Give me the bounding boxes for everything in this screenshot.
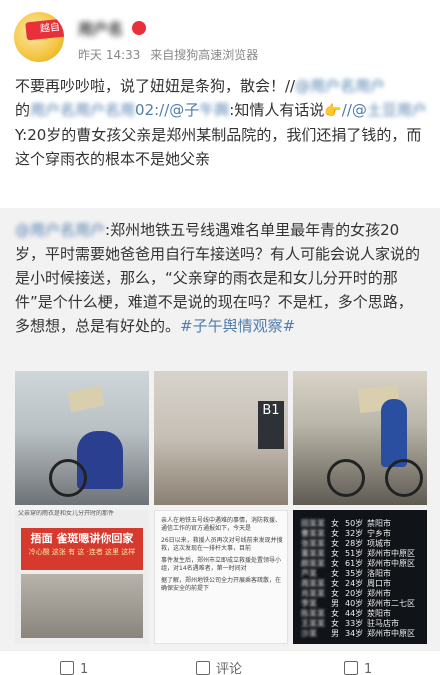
vip-icon [132,21,146,35]
photo-news-poster[interactable]: 父亲穿的雨衣是和女儿分开时的那件 捂面 雀斑嗯讲你回家 冷心酸 这张 有 这 ·… [15,510,149,644]
subway-sign: B1 [258,401,284,449]
post-meta: 昨天 14:33 来自搜狗高速浏览器 [78,46,264,63]
mention-link[interactable]: 土豆用户 [367,101,427,119]
repost-icon [60,661,74,675]
quoted-post[interactable]: @用户名用户:郑州地铁五号线遇难名单里最年青的女孩20岁，平时需要她爸爸用自行车… [0,208,440,650]
photo-rider-street[interactable] [15,371,149,505]
photo-subway-entrance[interactable]: B1 [154,371,288,505]
article-text: 亲人在地铁五号线中遇难的事情，消防救援、通信工作的官方通报如下，今天是 26日以… [161,517,283,597]
post-source[interactable]: 来自搜狗高速浏览器 [150,48,258,62]
article-paragraph: 亲人在地铁五号线中遇难的事情，消防救援、通信工作的官方通报如下，今天是 [161,517,282,532]
victim-row: 沙某 男 34岁 郑州市中原区 [301,628,421,640]
article-paragraph: 据了解，郑州地铁公司全力开展乘客疏散，在确保安全的前提下 [161,577,282,592]
mention-link[interactable]: //@子 [159,101,199,119]
poster-header: 父亲穿的雨衣是和女儿分开时的那件 [18,510,115,517]
avatar[interactable]: 越自 [14,12,64,62]
post-content: 不要再吵吵啦，说了妞妞是条狗，散会！//@用户名用户 的用户名用户名用02://… [15,74,427,171]
article-paragraph: 26日以来，救援人员再次对号线前来发现并搜救，这次发现在一排杆大事，目前 [161,537,283,552]
bike-wheel [385,459,423,497]
bike-wheel [49,459,87,497]
action-bar: 1 评论 1 [0,650,440,675]
poster-title: 捂面 雀斑嗯讲你回家 [30,532,134,545]
mention-link[interactable]: 用户名用户名用 [30,101,135,119]
photo-news-article[interactable]: 亲人在地铁五号线中遇难的事情，消防救援、通信工作的官方通报如下，今天是 26日以… [154,510,288,644]
poster-photo [21,574,143,638]
post-header: 越自 用户名 昨天 14:33 来自搜狗高速浏览器 [0,0,440,68]
username[interactable]: 用户名 [78,20,123,38]
mention-link[interactable]: 02: [135,101,159,119]
poster-subtitle: 冷心酸 这张 有 这 ·连者 这里 这样 [28,548,136,556]
victim-city: 郑州市中原区 [367,629,415,638]
pointing-hand-icon: 👉 [324,103,342,119]
avatar-badge: 越自 [25,17,64,41]
repost-count: 1 [80,662,89,675]
hashtag-link[interactable]: #子午舆情观察# [180,317,295,335]
repost-button[interactable]: 1 [60,661,88,675]
post-text: 不要再吵吵啦，说了妞妞是条狗，散会！// [15,77,296,95]
mention-link[interactable]: //@ [342,101,367,119]
victim-age: 34岁 [345,629,364,638]
like-count: 1 [364,662,373,675]
photo-rider-bike[interactable] [293,371,427,505]
post-time: 昨天 14:33 [78,48,141,62]
mention-link[interactable]: @用户名用户 [295,77,385,95]
post-text: :知情人有话说 [229,101,325,119]
like-button[interactable]: 1 [344,661,372,675]
mention-link[interactable]: @用户名用户 [15,221,105,239]
mention-link[interactable]: 午舆 [199,101,229,119]
victim-sex: 男 [331,629,339,638]
raincoat-figure [381,399,407,467]
article-paragraph: 事件发生后，郑州市立即成立救援处置领导小组，对14名遇难者，第一时间对 [161,557,282,572]
bike-wheel [327,459,365,497]
photo-victim-list[interactable]: 田某某女 50岁 禁阳市 曹某某女 32岁 宁乡市 张某某女 28岁 项城市 董某某女 51岁 郑州市… [293,510,427,644]
comment-icon [196,661,210,675]
like-icon [344,661,358,675]
post-text: Y:20岁的曹女孩父亲是郑州某制品院的，我们还捐了钱的，而这个穿雨衣的根本不是她… [15,126,422,168]
victim-name: 沙某 [301,629,317,638]
post-text: 的 [15,101,31,119]
quoted-text: @用户名用户:郑州地铁五号线遇难名单里最年青的女孩20岁，平时需要她爸爸用自行车… [15,218,427,338]
comment-button[interactable]: 评论 [196,661,242,675]
comment-label: 评论 [216,662,243,675]
sign-paper [67,385,105,413]
